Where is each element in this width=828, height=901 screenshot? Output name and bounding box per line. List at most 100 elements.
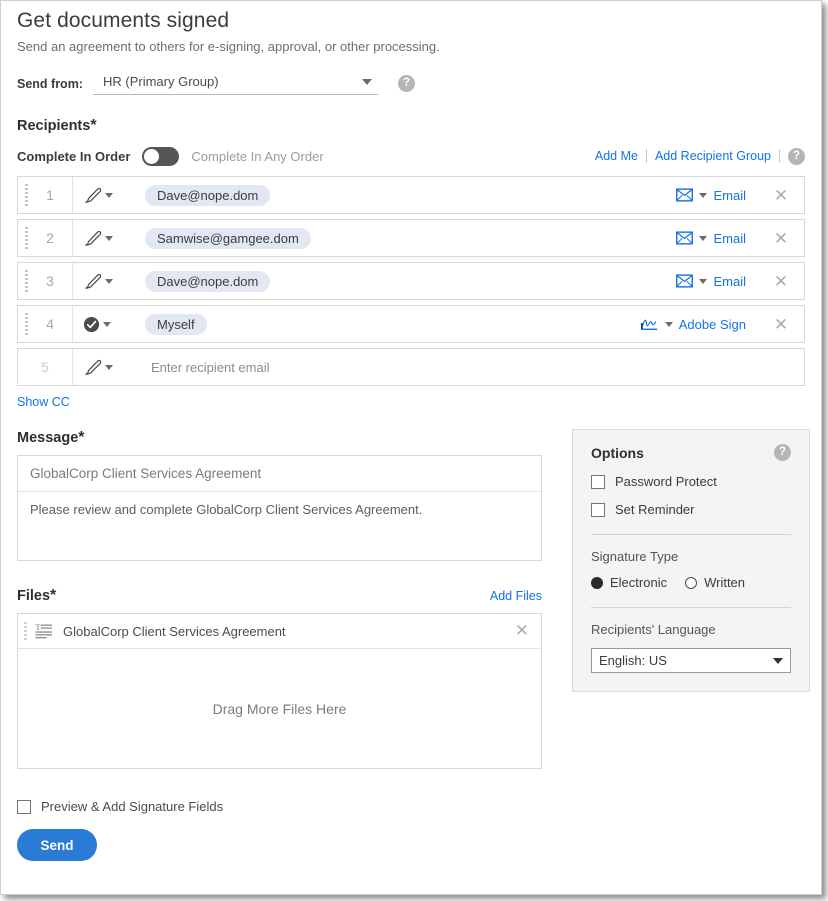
chevron-down-icon xyxy=(699,235,708,241)
recipient-value-cell[interactable]: Samwise@gamgee.dom xyxy=(139,220,676,256)
recipient-method-dropdown[interactable]: Email xyxy=(676,177,758,213)
recipients-required-mark: * xyxy=(90,117,97,134)
divider xyxy=(591,534,791,535)
signature-type-electronic-label: Electronic xyxy=(610,575,668,590)
recipient-row[interactable]: 3 Dave@nope.dom Email ✕ xyxy=(17,262,805,300)
help-icon[interactable]: ? xyxy=(774,444,791,461)
remove-recipient-button[interactable]: ✕ xyxy=(758,306,804,342)
remove-file-button[interactable]: ✕ xyxy=(515,622,529,641)
preview-add-signature-fields-option[interactable]: Preview & Add Signature Fields xyxy=(17,799,805,814)
recipient-value-cell[interactable]: Dave@nope.dom xyxy=(139,177,676,213)
recipient-method-dropdown[interactable]: Email xyxy=(676,220,758,256)
show-cc-link[interactable]: Show CC xyxy=(17,395,70,409)
chevron-down-icon xyxy=(361,78,372,85)
recipient-role-dropdown[interactable] xyxy=(73,263,139,299)
envelope-icon xyxy=(676,274,694,288)
options-column: Options ? Password Protect Set Reminder … xyxy=(572,429,810,692)
lower-section: Message* GlobalCorp Client Services Agre… xyxy=(17,429,810,769)
add-files-link[interactable]: Add Files xyxy=(490,589,542,603)
chevron-down-icon xyxy=(105,364,113,370)
password-protect-label: Password Protect xyxy=(615,474,717,489)
recipient-email-pill: Dave@nope.dom xyxy=(145,184,271,206)
remove-recipient-button[interactable]: ✕ xyxy=(758,263,804,299)
remove-recipient-button[interactable]: ✕ xyxy=(758,220,804,256)
recipient-row[interactable]: 2 Samwise@gamgee.dom Email ✕ xyxy=(17,219,805,257)
recipient-index-cell: 5 xyxy=(18,349,73,385)
file-list-item[interactable]: T GlobalCorp Client Services Agreement ✕ xyxy=(18,614,541,649)
recipient-role-dropdown[interactable] xyxy=(73,349,139,385)
recipient-method-dropdown[interactable]: Adobe Sign xyxy=(640,306,758,342)
recipients-language-label: Recipients' Language xyxy=(591,622,716,637)
signature-type-written[interactable]: Written xyxy=(685,575,745,590)
recipient-method-dropdown[interactable]: Email xyxy=(676,263,758,299)
files-header: Files* Add Files xyxy=(17,587,542,605)
help-icon[interactable]: ? xyxy=(397,75,415,92)
chevron-down-icon xyxy=(105,278,113,284)
message-body-textarea[interactable]: Please review and complete GlobalCorp Cl… xyxy=(18,492,541,560)
close-icon: ✕ xyxy=(773,314,789,334)
recipient-method-label: Adobe Sign xyxy=(678,316,746,332)
recipient-row[interactable]: 4 Myself Adobe Sign ✕ xyxy=(17,305,805,343)
recipient-value-cell[interactable]: Dave@nope.dom xyxy=(139,263,676,299)
recipient-role-dropdown[interactable] xyxy=(73,220,139,256)
recipients-language-select[interactable]: English: US xyxy=(591,648,791,673)
message-subject-input[interactable]: GlobalCorp Client Services Agreement xyxy=(18,456,541,492)
recipient-index-cell: 1 xyxy=(18,177,73,213)
checkbox-icon xyxy=(591,474,605,489)
help-icon[interactable]: ? xyxy=(788,147,805,165)
recipient-row-empty[interactable]: 5 Enter recipient email xyxy=(17,348,805,386)
file-name: GlobalCorp Client Services Agreement xyxy=(63,623,286,639)
signature-pen-icon xyxy=(84,359,102,375)
recipient-value-cell[interactable]: Myself xyxy=(139,306,640,342)
add-recipient-group-link[interactable]: Add Recipient Group xyxy=(655,149,771,163)
send-from-row: Send from: HR (Primary Group) ? xyxy=(17,72,805,95)
message-box: GlobalCorp Client Services Agreement Ple… xyxy=(17,455,542,561)
signature-pen-icon xyxy=(84,273,102,289)
checkbox-icon xyxy=(591,502,605,517)
divider xyxy=(591,607,791,608)
svg-text:T: T xyxy=(36,623,41,632)
chevron-down-icon xyxy=(699,192,708,198)
file-dropzone[interactable]: Drag More Files Here xyxy=(18,649,541,768)
recipient-role-dropdown[interactable] xyxy=(73,306,139,342)
message-section-label: Message xyxy=(17,430,79,446)
files-required-mark: * xyxy=(50,587,57,604)
envelope-icon xyxy=(676,231,694,245)
recipient-email-pill: Samwise@gamgee.dom xyxy=(145,227,311,249)
send-button[interactable]: Send xyxy=(17,829,97,861)
signature-pen-icon xyxy=(84,187,102,203)
radio-icon xyxy=(685,576,698,589)
adobe-sign-icon xyxy=(640,319,657,330)
recipient-method-label: Email xyxy=(713,230,746,246)
recipient-email-input-placeholder: Enter recipient email xyxy=(151,359,270,375)
toggle-knob xyxy=(144,148,160,164)
set-reminder-option[interactable]: Set Reminder xyxy=(591,502,791,517)
signature-type-electronic[interactable]: Electronic xyxy=(591,575,667,590)
complete-order-toggle[interactable] xyxy=(142,146,180,166)
recipient-email-pill: Myself xyxy=(145,313,207,335)
preview-add-signature-fields-label: Preview & Add Signature Fields xyxy=(41,799,224,814)
recipient-role-dropdown[interactable] xyxy=(73,177,139,213)
divider xyxy=(645,149,647,163)
message-required-mark: * xyxy=(78,429,85,446)
recipient-number: 5 xyxy=(41,359,49,375)
message-header: Message* xyxy=(17,429,542,447)
drag-handle-icon[interactable] xyxy=(24,622,27,640)
recipient-index-cell: 4 xyxy=(18,306,73,342)
send-from-label: Send from: xyxy=(17,76,83,91)
show-cc-row: Show CC xyxy=(17,395,805,409)
recipient-row[interactable]: 1 Dave@nope.dom Email ✕ xyxy=(17,176,805,214)
recipient-index-cell: 2 xyxy=(18,220,73,256)
recipients-section-label: Recipients xyxy=(17,118,91,134)
signature-type-written-label: Written xyxy=(704,575,746,590)
recipient-value-cell[interactable]: Enter recipient email xyxy=(139,349,804,385)
recipients-language-value: English: US xyxy=(599,653,667,668)
recipient-number: 3 xyxy=(46,273,54,289)
message-and-files-column: Message* GlobalCorp Client Services Agre… xyxy=(17,429,542,769)
recipient-index-cell: 3 xyxy=(18,263,73,299)
add-me-link[interactable]: Add Me xyxy=(595,149,638,163)
remove-recipient-button[interactable]: ✕ xyxy=(758,177,804,213)
password-protect-option[interactable]: Password Protect xyxy=(591,474,791,489)
radio-icon xyxy=(591,576,603,589)
send-from-dropdown[interactable]: HR (Primary Group) xyxy=(92,72,378,95)
